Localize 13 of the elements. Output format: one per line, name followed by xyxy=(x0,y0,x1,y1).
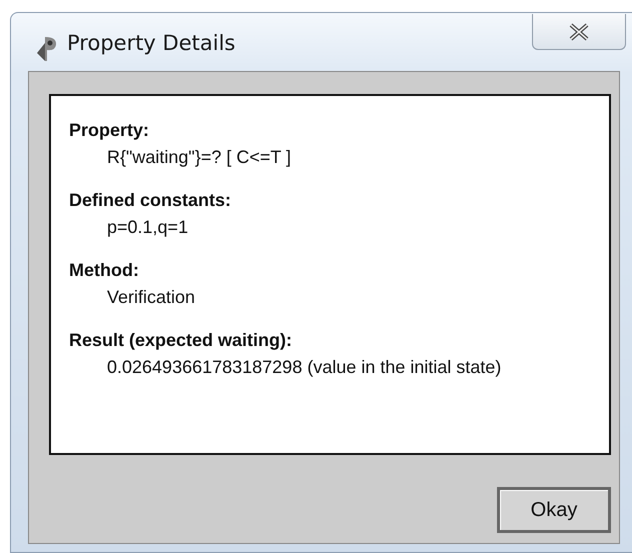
section-value: R{"waiting"}=? [ C<=T ] xyxy=(106,147,292,168)
section-value: 0.026493661783187298 (value in the initial state) xyxy=(106,357,502,378)
section-value: Verification xyxy=(106,287,196,308)
window-title: Property Details xyxy=(67,31,236,55)
app-logo-icon xyxy=(35,35,59,63)
close-button[interactable] xyxy=(532,14,626,50)
section-label: Property: xyxy=(69,120,150,141)
section-label: Method: xyxy=(69,260,140,281)
section-label: Defined constants: xyxy=(69,190,232,211)
section-label: Result (expected waiting): xyxy=(69,330,294,351)
close-icon xyxy=(568,22,590,40)
okay-button[interactable]: Okay xyxy=(497,487,611,533)
section-value: p=0.1,q=1 xyxy=(106,217,190,238)
